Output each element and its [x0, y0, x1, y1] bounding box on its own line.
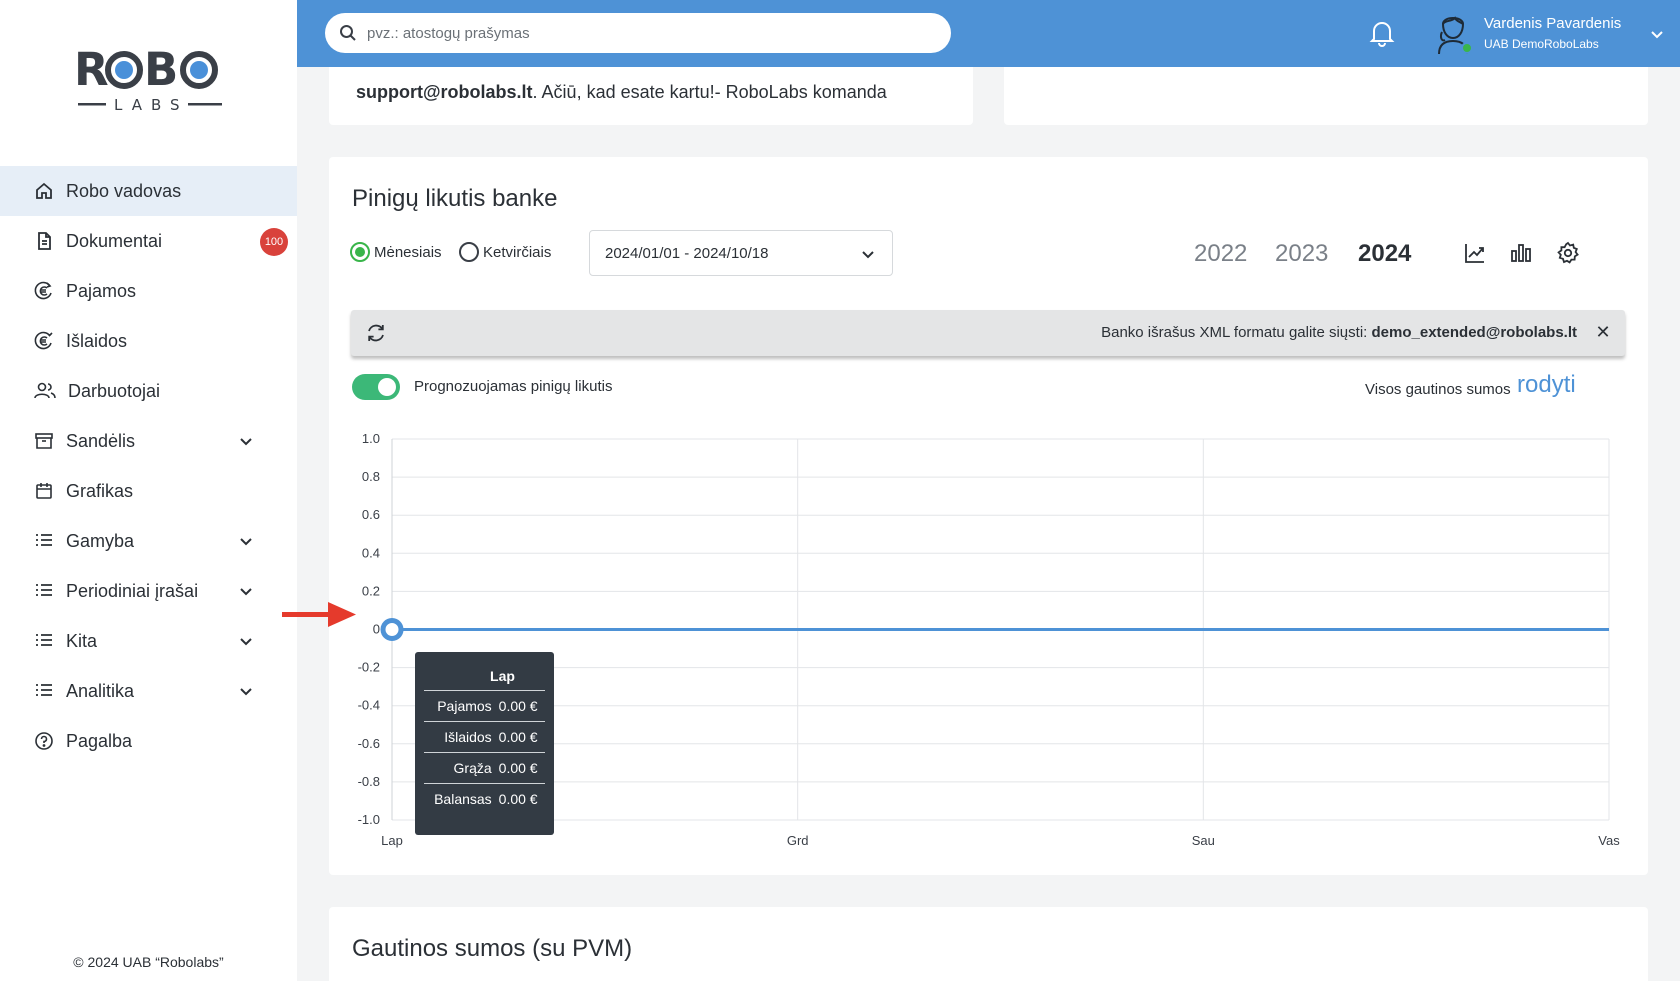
- sidebar-item-label: Išlaidos: [66, 330, 128, 351]
- y-tick-label: 0: [373, 622, 380, 637]
- sidebar-item-gamyba[interactable]: Gamyba: [0, 516, 297, 566]
- svg-text:R: R: [76, 44, 109, 96]
- x-tick-label: Grd: [787, 833, 809, 848]
- document-icon: [34, 231, 54, 251]
- y-tick-label: -0.8: [358, 774, 380, 789]
- documents-count-badge: 100: [260, 228, 288, 256]
- receivables-card: Gautinos sumos (su PVM): [329, 907, 1648, 981]
- list-icon: [34, 581, 54, 601]
- chart-tooltip: Lap Pajamos 0.00 € Išlaidos 0.00 € Grąža 0.…: [415, 652, 554, 835]
- card-title: Gautinos sumos (su PVM): [352, 935, 633, 962]
- sidebar-item-islaidos[interactable]: Išlaidos: [0, 316, 297, 366]
- sidebar-item-robo-vadovas[interactable]: Robo vadovas: [0, 166, 297, 216]
- y-tick-label: -1.0: [358, 812, 380, 827]
- user-avatar[interactable]: [1431, 10, 1475, 56]
- search-input[interactable]: [367, 24, 927, 42]
- logo-graphic: R B LABS: [74, 43, 222, 114]
- tooltip-table: Lap Pajamos 0.00 € Išlaidos 0.00 € Grąža 0.…: [424, 662, 545, 814]
- y-tick-label: 1.0: [362, 431, 380, 446]
- home-icon: [34, 181, 54, 201]
- euro-out-icon: [34, 331, 54, 351]
- x-tick-label: Vas: [1598, 833, 1620, 848]
- sidebar-item-label: Pagalba: [66, 730, 133, 751]
- sidebar-item-label: Grafikas: [66, 480, 134, 501]
- sidebar-item-pajamos[interactable]: Pajamos: [0, 266, 297, 316]
- user-name[interactable]: Vardenis Pavardenis: [1484, 15, 1621, 32]
- y-tick-label: 0.2: [362, 583, 380, 598]
- chevron-down-icon: [240, 438, 252, 446]
- y-tick-label: -0.4: [358, 698, 380, 713]
- sidebar-item-dokumentai[interactable]: Dokumentai 100: [0, 216, 297, 266]
- top-bar: Vardenis Pavardenis UAB DemoRoboLabs: [297, 0, 1680, 67]
- x-tick-label: Sau: [1192, 833, 1215, 848]
- search-box[interactable]: [325, 13, 951, 53]
- robolabs-logo[interactable]: R B LABS: [74, 43, 224, 120]
- notifications-bell-icon[interactable]: [1369, 19, 1395, 52]
- help-icon: [34, 731, 54, 751]
- highlighted-data-point: [380, 618, 404, 641]
- sidebar-item-label: Analitika: [66, 680, 135, 701]
- x-tick-label: Lap: [381, 833, 403, 848]
- support-email[interactable]: support@robolabs.lt: [356, 82, 533, 102]
- top-right-card: [1004, 60, 1648, 125]
- sidebar-item-sandelis[interactable]: Sandėlis: [0, 416, 297, 466]
- y-tick-label: -0.6: [358, 736, 380, 751]
- online-status-dot: [1461, 42, 1473, 54]
- sidebar-item-label: Periodiniai įrašai: [66, 580, 199, 601]
- calendar-icon: [34, 481, 54, 501]
- users-icon: [34, 381, 56, 401]
- tooltip-header: Lap: [424, 662, 545, 691]
- svg-text:LABS: LABS: [114, 96, 189, 114]
- y-tick-label: 0.6: [362, 507, 380, 522]
- y-tick-label: 0.8: [362, 469, 380, 484]
- svg-text:B: B: [144, 44, 178, 96]
- sidebar-item-label: Darbuotojai: [68, 380, 161, 401]
- tooltip-row: Balansas 0.00 €: [434, 791, 538, 807]
- search-icon: [340, 25, 356, 41]
- tooltip-row: Išlaidos 0.00 €: [424, 721, 545, 753]
- chevron-down-icon: [240, 688, 252, 696]
- sidebar-item-darbuotojai[interactable]: Darbuotojai: [0, 366, 297, 416]
- sidebar-item-kita[interactable]: Kita: [0, 616, 297, 666]
- sidebar-item-analitika[interactable]: Analitika: [0, 666, 297, 716]
- user-menu-chevron-icon[interactable]: [1649, 26, 1665, 42]
- sidebar-item-grafikas[interactable]: Grafikas: [0, 466, 297, 516]
- copyright-text: © 2024 UAB “Robolabs”: [73, 954, 224, 970]
- sidebar-item-label: Sandėlis: [66, 430, 136, 451]
- user-company: UAB DemoRoboLabs: [1484, 37, 1599, 51]
- chevron-down-icon: [240, 588, 252, 596]
- chevron-down-icon: [240, 638, 252, 646]
- sidebar-item-label: Pajamos: [66, 280, 137, 301]
- sidebar-item-label: Robo vadovas: [66, 180, 182, 201]
- bank-balance-card: Pinigų likutis banke Mėnesiais Ketvirčia…: [329, 157, 1648, 875]
- sidebar-nav: Robo vadovas Dokumentai 100 Pajamos Išla…: [0, 166, 297, 766]
- sidebar-item-periodiniai-irasai[interactable]: Periodiniai įrašai: [0, 566, 297, 616]
- euro-in-icon: [34, 281, 54, 301]
- notice-card: support@robolabs.lt. Ačiū, kad esate kar…: [329, 60, 973, 125]
- sidebar-item-label: Gamyba: [66, 530, 135, 551]
- list-icon: [34, 681, 54, 701]
- sidebar-item-pagalba[interactable]: Pagalba: [0, 716, 297, 766]
- list-icon: [34, 631, 54, 651]
- sidebar-item-label: Kita: [66, 630, 98, 651]
- tooltip-row: Pajamos 0.00 €: [424, 690, 545, 722]
- y-tick-label: 0.4: [362, 545, 380, 560]
- sidebar-item-label: Dokumentai: [66, 230, 163, 251]
- notice-text: support@robolabs.lt. Ačiū, kad esate kar…: [356, 82, 887, 102]
- archive-icon: [34, 431, 54, 451]
- sidebar: R B LABS Robo vadovas Dokumentai 100 Paj…: [0, 0, 297, 981]
- tooltip-row: Grąža 0.00 €: [424, 752, 545, 784]
- chevron-down-icon: [240, 538, 252, 546]
- list-icon: [34, 531, 54, 551]
- red-arrow-annotation: [282, 602, 356, 627]
- y-tick-label: -0.2: [358, 660, 380, 675]
